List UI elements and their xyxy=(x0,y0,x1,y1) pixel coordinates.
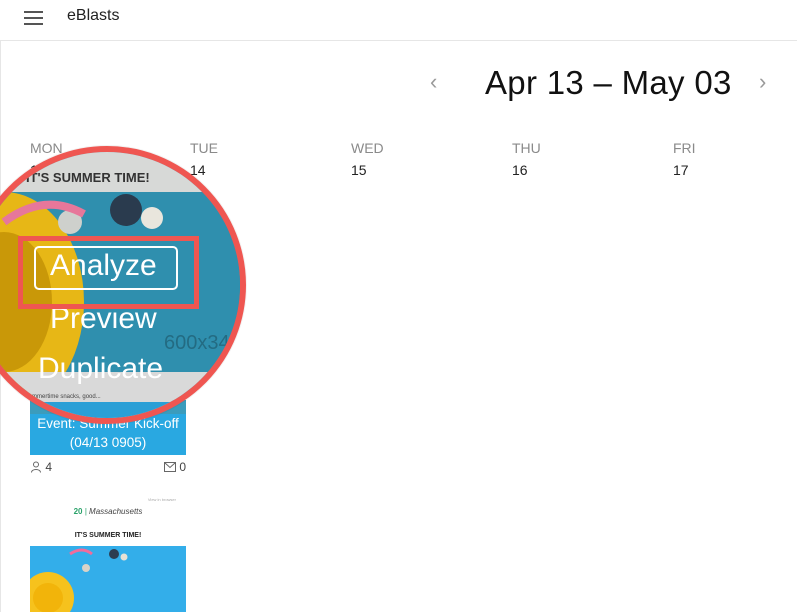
chevron-left-icon[interactable]: ‹ xyxy=(430,70,437,94)
emails-stat: 0 xyxy=(163,460,186,474)
email-body-text: ...ny for summertime snacks, good... xyxy=(4,394,101,400)
email-preview-card[interactable]: View in browser 20 | Massachusetts IT'S … xyxy=(30,495,186,612)
zoom-magnifier: IT'S SUMMER TIME! 600x340 Analyze Previe… xyxy=(0,146,246,424)
duplicate-button[interactable]: Duplicate xyxy=(38,352,163,386)
envelope-icon xyxy=(163,462,176,472)
day-header-wed: WED 15 xyxy=(351,140,501,178)
brand-logo: 20 | Massachusetts xyxy=(73,507,143,516)
summer-artwork xyxy=(30,546,186,612)
app-header: eBlasts xyxy=(0,0,797,41)
preview-headline: IT'S SUMMER TIME! xyxy=(74,532,142,539)
day-name: WED xyxy=(351,140,384,156)
event-stats: 4 0 xyxy=(30,458,186,478)
person-icon xyxy=(31,461,41,473)
analyze-highlight xyxy=(18,236,199,309)
chevron-right-icon[interactable]: › xyxy=(759,70,766,94)
view-in-browser-text: View in browser xyxy=(147,497,176,502)
image-size-label: 600x340 xyxy=(164,332,241,354)
logo-text: Massachusetts xyxy=(89,507,143,516)
day-number: 15 xyxy=(351,162,367,178)
day-number: 17 xyxy=(673,162,689,178)
banner-text: IT'S SUMMER TIME! xyxy=(26,170,150,185)
day-number: 16 xyxy=(512,162,528,178)
day-header-fri: FRI 17 xyxy=(673,140,797,178)
recipients-count: 4 xyxy=(45,460,53,474)
hamburger-icon[interactable] xyxy=(24,10,43,25)
emails-count: 0 xyxy=(179,460,186,474)
day-name: FRI xyxy=(673,140,696,156)
recipients-stat: 4 xyxy=(30,460,52,474)
day-name: THU xyxy=(512,140,541,156)
magnifier-content: IT'S SUMMER TIME! 600x340 Analyze Previe… xyxy=(0,152,241,418)
date-range-title: Apr 13 – May 03 xyxy=(485,64,732,101)
summer-image xyxy=(30,546,186,612)
day-header-thu: THU 16 xyxy=(512,140,662,178)
logo-number: 20 xyxy=(73,507,83,516)
app-title: eBlasts xyxy=(67,7,120,24)
